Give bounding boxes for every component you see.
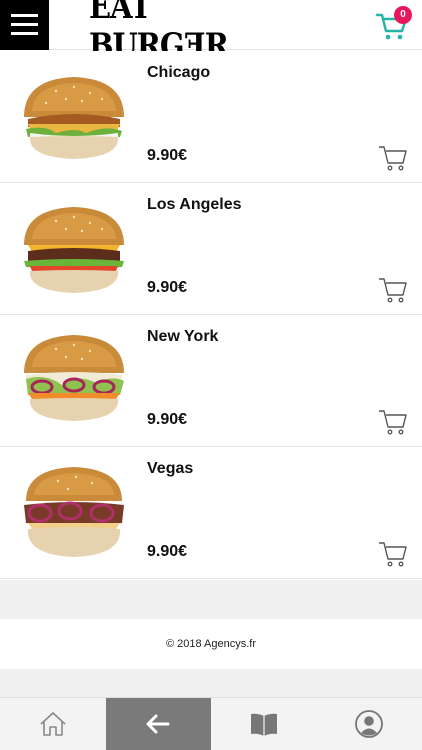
hamburger-icon-bar [11,32,38,35]
product-price: 9.90€ [147,411,188,428]
product-item[interactable]: Vegas 9.90€ [0,447,422,579]
nav-account-button[interactable] [317,698,422,750]
menu-button[interactable] [0,0,49,50]
burger-image [24,77,124,159]
logo[interactable]: EAT BURGƎR [89,0,286,65]
nav-menu-book-button[interactable] [211,698,317,750]
product-price: 9.90€ [147,279,188,296]
product-list: Chicago 9.90€ Los Angeles 9.90€ New York… [0,51,422,579]
copyright-text: © 2018 Agencys.fr [165,638,257,650]
add-to-cart-icon[interactable] [378,408,408,436]
product-price: 9.90€ [147,543,188,560]
nav-back-button[interactable] [105,698,211,750]
product-name: New York [147,328,219,345]
product-name: Vegas [147,460,194,477]
product-name: Chicago [147,64,211,81]
bottom-nav [0,697,422,750]
user-icon [355,710,384,738]
product-name: Los Angeles [147,196,242,213]
product-price: 9.90€ [147,147,188,164]
spacer-band [0,580,422,619]
product-item[interactable]: Chicago 9.90€ [0,51,422,183]
spacer-band [0,669,422,697]
nav-home-button[interactable] [0,698,106,750]
product-item[interactable]: New York 9.90€ [0,315,422,447]
product-item[interactable]: Los Angeles 9.90€ [0,183,422,315]
cart-count-badge: 0 [394,6,412,24]
add-to-cart-icon[interactable] [378,276,408,304]
hamburger-icon-bar [11,14,38,17]
burger-image [24,335,124,421]
burger-image [24,467,124,557]
back-arrow-icon [146,714,170,734]
book-icon [250,713,277,736]
footer: © 2018 Agencys.fr [0,619,422,669]
add-to-cart-icon[interactable] [378,540,408,568]
app-header: EAT BURGƎR 0 [0,0,422,65]
burger-image [24,207,124,293]
add-to-cart-icon[interactable] [378,144,408,172]
hamburger-icon-bar [11,23,38,26]
home-icon [40,712,66,736]
